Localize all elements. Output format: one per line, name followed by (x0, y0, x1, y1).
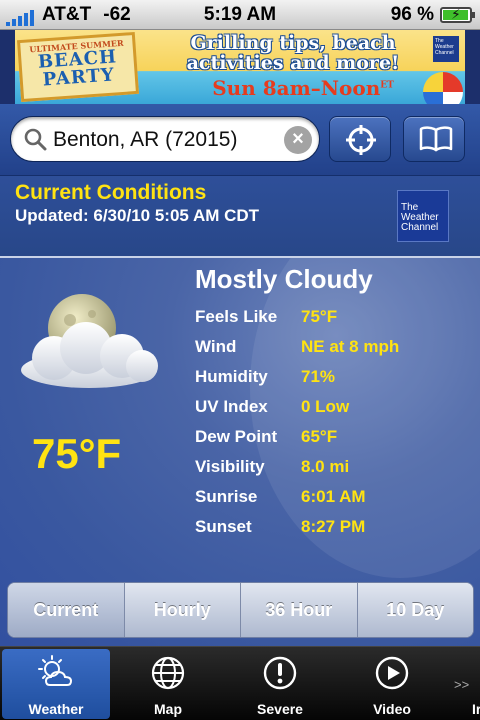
detail-label: Visibility (195, 457, 265, 476)
segment-current[interactable]: Current (8, 583, 124, 637)
detail-value: 0 Low (301, 397, 350, 416)
ad-banner[interactable]: ULTIMATE SUMMER BEACH PARTY Grilling tip… (15, 30, 465, 104)
detail-row: Sunset 8:27 PM (195, 512, 399, 542)
play-icon (375, 656, 409, 690)
tab-severe[interactable]: Severe (226, 649, 334, 719)
clear-search-button[interactable]: × (284, 126, 312, 154)
beach-ball-icon (423, 72, 463, 104)
detail-value: 71% (301, 367, 336, 386)
detail-row: Feels Like 75°F (195, 302, 399, 332)
current-temperature: 75°F (32, 430, 122, 477)
detail-label: UV Index (195, 397, 268, 416)
status-bar: AT&T -62 5:19 AM 96 % ⚡ (0, 0, 480, 30)
weather-icon (38, 655, 73, 686)
ad-badge: ULTIMATE SUMMER BEACH PARTY (16, 31, 140, 103)
detail-row: Humidity 71% (195, 362, 399, 392)
updated-timestamp: Updated: 6/30/10 5:05 AM CDT (15, 206, 260, 225)
crosshair-icon (346, 125, 376, 155)
detail-value: 75°F (301, 307, 338, 326)
ad-headline-1: Grilling tips, beach (190, 32, 396, 54)
detail-row: Dew Point 65°F (195, 422, 399, 452)
ad-twc-logo: The Weather Channel (433, 36, 459, 62)
current-conditions-title: Current Conditions (15, 181, 207, 204)
bookmarks-button[interactable] (403, 116, 465, 162)
detail-row: Wind NE at 8 mph (195, 332, 399, 362)
current-conditions-header: Current Conditions Updated: 6/30/10 5:05… (0, 176, 480, 258)
detail-label: Feels Like (195, 307, 278, 326)
detail-value: 8:27 PM (301, 517, 366, 536)
search-row: × (0, 104, 480, 176)
detail-label: Sunrise (195, 487, 258, 506)
segment-36-hour[interactable]: 36 Hour (240, 583, 357, 637)
detail-label: Sunset (195, 517, 252, 536)
detail-value: NE at 8 mph (301, 337, 400, 356)
locate-button[interactable] (329, 116, 391, 162)
segment-hourly[interactable]: Hourly (123, 583, 240, 637)
detail-value: 6:01 AM (301, 487, 366, 506)
battery-icon: ⚡ (440, 6, 475, 23)
logo-line-3: Channel (401, 222, 439, 233)
tab-label: Weather (28, 701, 84, 717)
more-tabs-button[interactable]: >> Ir (450, 649, 480, 719)
segment-10-day[interactable]: 10 Day (356, 583, 473, 637)
conditions-details: Feels Like 75°F Wind NE at 8 mph Humidit… (195, 302, 399, 542)
detail-label: Humidity (195, 367, 268, 386)
tab-label: Video (373, 701, 411, 717)
tab-label: Map (154, 701, 182, 717)
status-right: 96 % ⚡ (390, 4, 475, 26)
ad-banner-area: ULTIMATE SUMMER BEACH PARTY Grilling tip… (0, 30, 480, 104)
weather-channel-logo[interactable]: The Weather Channel (397, 190, 449, 242)
tab-video[interactable]: Video (338, 649, 446, 719)
ad-time: Sun 8am–NoonET (193, 76, 413, 100)
globe-icon (151, 656, 185, 690)
ad-time-text: Sun 8am–Noon (212, 76, 381, 100)
tab-weather[interactable]: Weather (2, 649, 110, 719)
search-input[interactable] (53, 123, 283, 157)
search-box[interactable]: × (10, 116, 320, 162)
detail-value: 65°F (301, 427, 338, 446)
tab-label: Severe (257, 701, 303, 717)
forecast-segmented-control: Current Hourly 36 Hour 10 Day (7, 582, 474, 638)
tab-label: Ir (472, 701, 480, 717)
moon-partly-cloudy-icon (21, 294, 158, 388)
ad-time-suffix: ET (380, 80, 394, 91)
detail-value: 8.0 mi (301, 457, 350, 476)
detail-row: Visibility 8.0 mi (195, 452, 399, 482)
detail-row: Sunrise 6:01 AM (195, 482, 399, 512)
detail-label: Dew Point (195, 427, 278, 446)
tab-bar: Weather Map Severe Video >> Ir (0, 646, 480, 720)
more-arrows-icon: >> (454, 677, 470, 692)
search-icon (24, 128, 47, 151)
ad-headline-2: activities and more! (186, 52, 400, 74)
condition-title: Mostly Cloudy (195, 264, 373, 294)
detail-row: UV Index 0 Low (195, 392, 399, 422)
book-icon (419, 126, 453, 152)
tab-map[interactable]: Map (114, 649, 222, 719)
battery-percent: 96 % (390, 4, 434, 25)
detail-label: Wind (195, 337, 237, 356)
alert-icon (263, 656, 297, 690)
